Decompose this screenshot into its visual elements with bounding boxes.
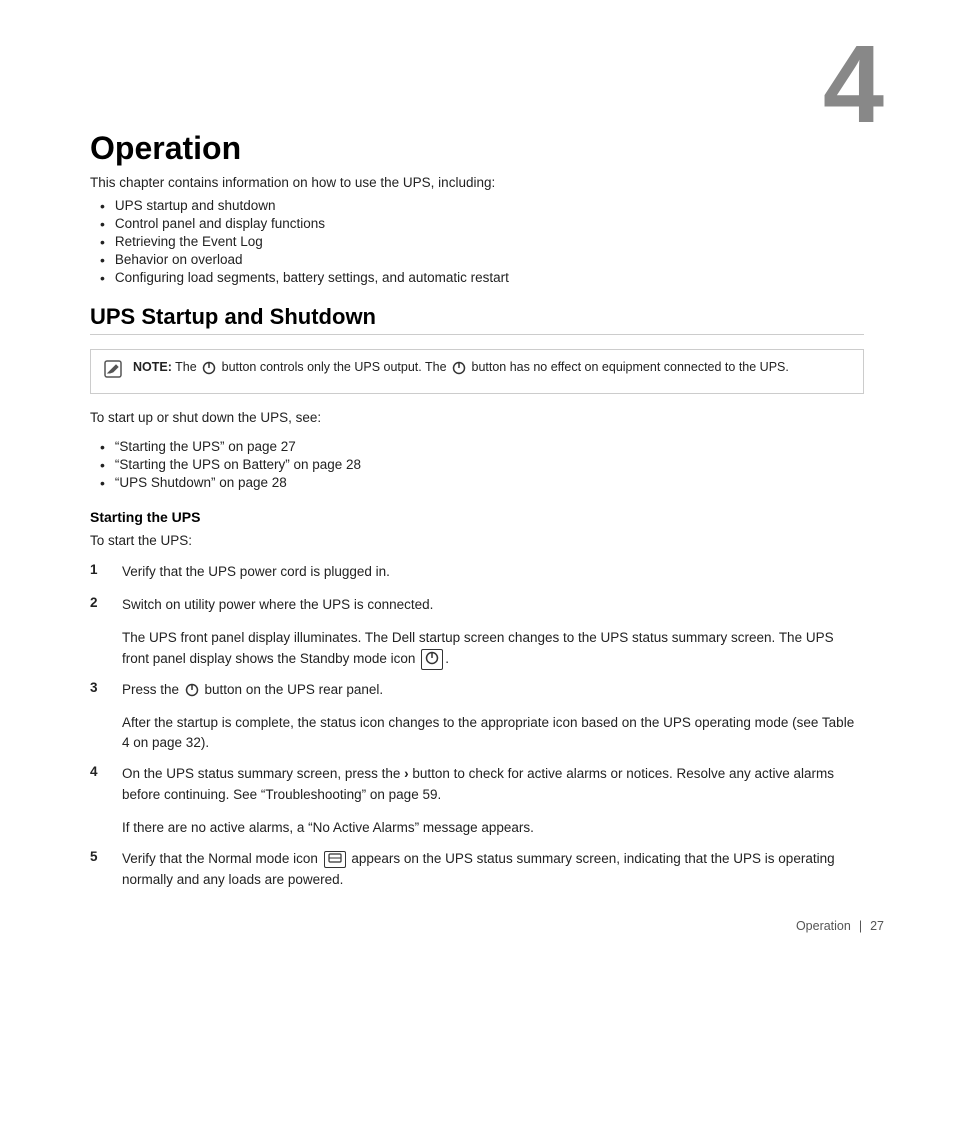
power-icon-3 [185,683,199,697]
intro-bullet-list: UPS startup and shutdown Control panel a… [100,198,864,286]
list-item: “Starting the UPS” on page 27 [100,439,864,455]
list-item: “Starting the UPS on Battery” on page 28 [100,457,864,473]
step-content-4: On the UPS status summary screen, press … [122,764,864,806]
note-box: NOTE: The button controls only the UPS o… [90,349,864,394]
startup-links-list: “Starting the UPS” on page 27 “Starting … [100,439,864,491]
intro-text: This chapter contains information on how… [90,175,864,190]
startup-intro: To start up or shut down the UPS, see: [90,408,864,429]
list-item: “UPS Shutdown” on page 28 [100,475,864,491]
power-icon-2 [452,361,466,375]
footer-separator: | [859,919,862,933]
step-content-1: Verify that the UPS power cord is plugge… [122,562,864,583]
step-content-2: Switch on utility power where the UPS is… [122,595,864,616]
footer-label: Operation [796,919,851,933]
step-3-sub: After the startup is complete, the statu… [122,713,864,755]
section1-title: UPS Startup and Shutdown [90,304,864,335]
footer-page: 27 [870,919,884,933]
note-text: NOTE: The button controls only the UPS o… [133,358,789,377]
step-4-sub: If there are no active alarms, a “No Act… [122,818,864,839]
list-item: UPS startup and shutdown [100,198,864,214]
step-content-3: Press the button on the UPS rear panel. [122,680,864,701]
normal-mode-icon [324,851,346,868]
footer: Operation | 27 [0,919,954,933]
step-num-5: 5 [90,849,122,864]
step-3: 3 Press the button on the UPS rear panel… [90,680,864,701]
step-4: 4 On the UPS status summary screen, pres… [90,764,864,806]
step-2: 2 Switch on utility power where the UPS … [90,595,864,616]
list-item: Configuring load segments, battery setti… [100,270,864,286]
note-icon [103,359,123,385]
list-item: Behavior on overload [100,252,864,268]
note-text-span: The [172,360,200,374]
subsection-intro: To start the UPS: [90,531,864,552]
step-1: 1 Verify that the UPS power cord is plug… [90,562,864,583]
subsection-title: Starting the UPS [90,509,864,525]
list-item: Control panel and display functions [100,216,864,232]
page-title: Operation [90,130,864,167]
step-num-4: 4 [90,764,122,779]
list-item: Retrieving the Event Log [100,234,864,250]
step-content-5: Verify that the Normal mode icon appears… [122,849,864,891]
power-icon-1 [202,361,216,375]
step-num-3: 3 [90,680,122,695]
step-5: 5 Verify that the Normal mode icon appea… [90,849,864,891]
step-num-2: 2 [90,595,122,610]
page-content: 4 Operation This chapter contains inform… [0,0,954,963]
step-2-sub: The UPS front panel display illuminates.… [122,628,864,670]
steps-list: 1 Verify that the UPS power cord is plug… [90,562,864,891]
chapter-number: 4 [823,30,884,140]
standby-mode-icon [421,649,443,670]
step-num-1: 1 [90,562,122,577]
